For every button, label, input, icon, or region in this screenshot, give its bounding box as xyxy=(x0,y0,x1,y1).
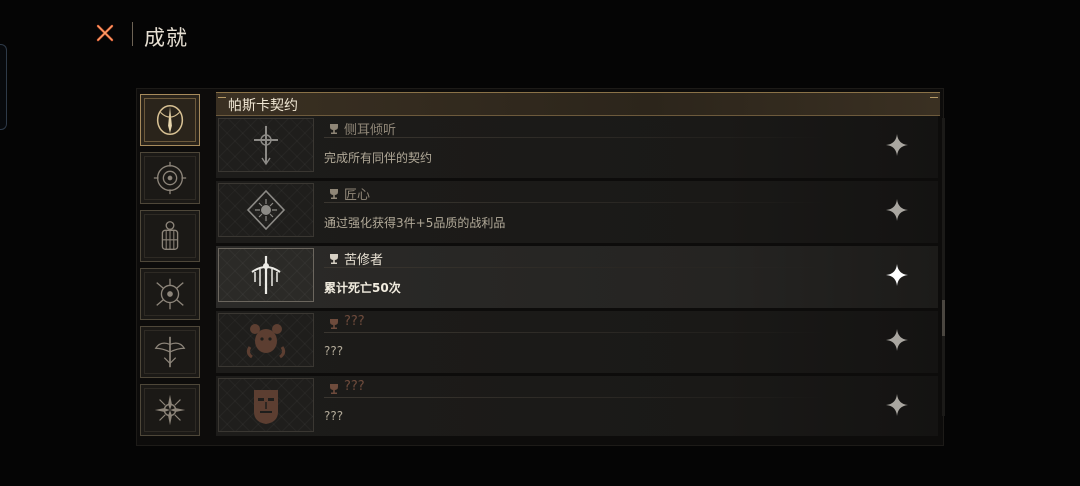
category-cage[interactable] xyxy=(140,210,200,262)
diamond-sun-sigil-icon xyxy=(246,189,286,231)
achievement-description: 累计死亡50次 xyxy=(324,281,401,295)
achievement-list[interactable]: 侧耳倾听 完成所有同伴的契约 匠心 通过强化获得3件+5品质的战利品 苦修者 累… xyxy=(216,116,938,436)
achievement-name: 匠心 xyxy=(344,188,371,203)
locked-bear-sigil-icon xyxy=(246,324,286,359)
locked-mask-sigil-icon xyxy=(254,390,278,424)
achievement-description: ??? xyxy=(324,344,344,358)
category-rose-eye[interactable] xyxy=(140,268,200,320)
achievement-description: 通过强化获得3件+5品质的战利品 xyxy=(324,216,506,230)
name-divider xyxy=(324,267,824,268)
row-background xyxy=(216,246,938,308)
title-separator xyxy=(132,22,133,46)
category-pascal-pact[interactable] xyxy=(140,94,200,146)
achievement-thumbnail xyxy=(218,183,314,237)
name-divider xyxy=(324,397,824,398)
header-ornament-left xyxy=(218,97,226,106)
section-title: 帕斯卡契约 xyxy=(228,98,298,114)
cross-sigil-icon xyxy=(254,126,278,166)
achievement-row-selected[interactable]: 苦修者 累计死亡50次 xyxy=(216,246,938,308)
trophy-icon xyxy=(330,124,338,134)
category-sidebar xyxy=(138,94,204,442)
achievement-row-locked[interactable]: ??? ??? xyxy=(216,311,938,373)
achievement-name: 侧耳倾听 xyxy=(344,123,397,138)
scrollbar-thumb[interactable] xyxy=(942,300,945,336)
thorn-star-emblem-icon xyxy=(154,394,186,426)
achievement-name: ??? xyxy=(344,314,365,329)
row-background xyxy=(216,181,938,243)
name-divider xyxy=(324,137,824,138)
row-background xyxy=(216,116,938,178)
achievement-row-locked[interactable]: ??? ??? xyxy=(216,376,938,436)
sparkle-star-icon[interactable] xyxy=(884,262,910,288)
list-scrollbar[interactable] xyxy=(942,118,945,416)
sparkle-star-icon[interactable] xyxy=(884,392,910,418)
header-ornament-right xyxy=(930,97,938,106)
side-edge-tab[interactable] xyxy=(0,44,7,130)
section-header: 帕斯卡契约 xyxy=(216,92,940,116)
dripping-cross-sigil-icon xyxy=(251,256,281,294)
achievement-row[interactable]: 侧耳倾听 完成所有同伴的契约 xyxy=(216,116,938,178)
category-winged-blade[interactable] xyxy=(140,326,200,378)
row-background xyxy=(216,376,938,436)
trophy-icon xyxy=(330,254,338,264)
achievement-thumbnail xyxy=(218,248,314,302)
name-divider xyxy=(324,332,824,333)
pascal-pact-emblem-icon xyxy=(156,104,184,136)
name-divider xyxy=(324,202,824,203)
spiral-eye-emblem-icon xyxy=(153,161,187,195)
achievement-name: 苦修者 xyxy=(344,253,384,268)
page-title: 成就 xyxy=(144,26,188,50)
trophy-icon xyxy=(330,319,338,329)
achievement-thumbnail xyxy=(218,118,314,172)
achievement-description: 完成所有同伴的契约 xyxy=(324,151,433,165)
achievement-thumbnail xyxy=(218,313,314,367)
rose-eye-emblem-icon xyxy=(156,278,184,310)
achievement-name: ??? xyxy=(344,379,365,394)
sparkle-star-icon[interactable] xyxy=(884,197,910,223)
achievement-thumbnail xyxy=(218,378,314,432)
category-thorn-star[interactable] xyxy=(140,384,200,436)
trophy-icon xyxy=(330,189,338,199)
category-spiral[interactable] xyxy=(140,152,200,204)
trophy-icon xyxy=(330,384,338,394)
close-icon xyxy=(96,24,114,42)
cage-emblem-icon xyxy=(161,221,179,250)
winged-blade-emblem-icon xyxy=(154,336,186,368)
sparkle-star-icon[interactable] xyxy=(884,327,910,353)
achievement-row[interactable]: 匠心 通过强化获得3件+5品质的战利品 xyxy=(216,181,938,243)
sparkle-star-icon[interactable] xyxy=(884,132,910,158)
close-button[interactable] xyxy=(92,20,118,46)
achievement-description: ??? xyxy=(324,409,344,423)
row-background xyxy=(216,311,938,373)
